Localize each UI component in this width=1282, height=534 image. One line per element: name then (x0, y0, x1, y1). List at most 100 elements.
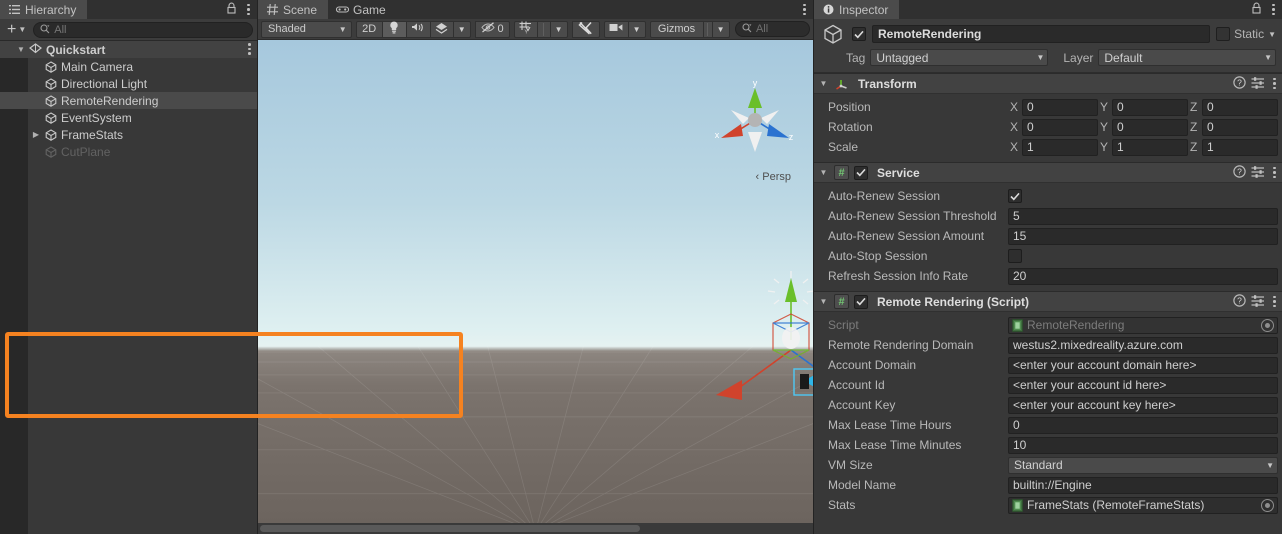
property-text-input[interactable]: 15 (1008, 227, 1278, 245)
tab-hierarchy[interactable]: Hierarchy (0, 0, 88, 19)
scene-lighting-button[interactable] (381, 20, 407, 38)
layer-dropdown[interactable]: Default ▼ (1098, 49, 1276, 66)
foldout-expanded-icon[interactable]: ▼ (818, 79, 829, 88)
object-picker-icon[interactable] (1261, 318, 1274, 332)
help-icon[interactable]: ? (1233, 75, 1246, 92)
axis-input-y[interactable]: 0 (1112, 98, 1188, 116)
kebab-menu-icon[interactable] (1269, 3, 1275, 16)
gameobject-name-field[interactable]: RemoteRendering (872, 25, 1211, 43)
property-checkbox[interactable] (1008, 249, 1022, 263)
property-text-input[interactable]: 20 (1008, 267, 1278, 285)
axis-input-z[interactable]: 0 (1202, 118, 1278, 136)
tab-scene[interactable]: Scene (258, 0, 329, 19)
scene-camera-dropdown[interactable]: ▼ (627, 20, 646, 38)
viewport-horizontal-scrollbar[interactable] (258, 523, 813, 534)
scene-fx-button[interactable] (429, 20, 454, 38)
property-text-input[interactable]: <enter your account key here> (1008, 396, 1278, 414)
scene-fx-dropdown[interactable]: ▼ (452, 20, 471, 38)
property-dropdown[interactable]: Standard ▼ (1008, 456, 1278, 474)
kebab-menu-icon[interactable] (245, 43, 251, 55)
property-row-vm-size: VM Size Standard ▼ (814, 455, 1282, 475)
scene-tabstrip: Scene Game (258, 0, 813, 19)
property-text-input[interactable]: <enter your account id here> (1008, 376, 1278, 394)
property-text-input[interactable]: 10 (1008, 436, 1278, 454)
hierarchy-item-remoterendering[interactable]: RemoteRendering (0, 92, 257, 109)
gizmos-dropdown[interactable]: ▼ (711, 20, 730, 38)
component-header[interactable]: ▼ Transform? (814, 74, 1282, 94)
scene-search-placeholder: All (755, 23, 769, 35)
foldout-collapsed-icon[interactable]: ▶ (29, 130, 43, 139)
scene-tools-button[interactable] (571, 20, 600, 38)
object-picker-icon[interactable] (1261, 498, 1274, 512)
chevron-down-icon: ▼ (1266, 460, 1274, 470)
property-row-max-lease-time-hours: Max Lease Time Hours 0 (814, 415, 1282, 435)
axis-input-y[interactable]: 1 (1112, 138, 1188, 156)
component-header[interactable]: ▼ # Service? (814, 163, 1282, 183)
scene-search-input[interactable]: All (734, 21, 810, 37)
static-checkbox[interactable] (1216, 27, 1231, 41)
help-icon[interactable]: ? (1233, 164, 1246, 181)
property-object-field[interactable]: FrameStats (RemoteFrameStats) (1008, 496, 1278, 514)
grid-visibility-button[interactable]: Y (513, 20, 538, 38)
property-label: Refresh Session Info Rate (828, 269, 969, 283)
tag-dropdown[interactable]: Untagged ▼ (870, 49, 1049, 66)
component-enabled-checkbox[interactable] (854, 165, 868, 180)
grid-dropdown[interactable]: ▼ (549, 20, 568, 38)
axis-input-z[interactable]: 1 (1202, 138, 1278, 156)
component-enabled-checkbox[interactable] (854, 294, 868, 309)
kebab-menu-icon[interactable] (1270, 295, 1276, 308)
preset-icon[interactable] (1251, 294, 1265, 310)
hierarchy-item-main-camera[interactable]: Main Camera (0, 58, 257, 75)
component-body: Script RemoteRendering Remote Rendering Do… (814, 312, 1282, 520)
hierarchy-item-eventsystem[interactable]: EventSystem (0, 109, 257, 126)
property-text-input[interactable]: 0 (1008, 416, 1278, 434)
tab-game[interactable]: Game (328, 0, 397, 19)
gizmos-button[interactable]: Gizmos (649, 20, 704, 38)
property-text-input[interactable]: westus2.mixedreality.azure.com (1008, 336, 1278, 354)
lock-icon[interactable] (1251, 2, 1262, 17)
foldout-expanded-icon[interactable]: ▼ (818, 297, 829, 306)
foldout-expanded-icon[interactable]: ▼ (818, 168, 829, 177)
property-text-input[interactable]: 5 (1008, 207, 1278, 225)
axis-label-y: Y (1100, 120, 1109, 134)
2d-toggle-button[interactable]: 2D (355, 20, 383, 38)
hierarchy-item-directional-light[interactable]: Directional Light (0, 75, 257, 92)
scene-audio-button[interactable] (405, 20, 431, 38)
hidden-objects-button[interactable]: 0 (474, 20, 510, 38)
help-icon[interactable]: ? (1233, 293, 1246, 310)
preset-icon[interactable] (1251, 165, 1265, 181)
axis-input-z[interactable]: 0 (1202, 98, 1278, 116)
axis-input-x[interactable]: 0 (1022, 98, 1098, 116)
kebab-menu-icon[interactable] (800, 3, 806, 16)
chevron-down-icon[interactable]: ▼ (1268, 30, 1276, 39)
foldout-expanded-icon[interactable]: ▼ (14, 45, 28, 54)
hierarchy-item-cutplane[interactable]: CutPlane (0, 143, 257, 160)
gameobject-enabled-checkbox[interactable] (852, 27, 866, 41)
hierarchy-item-quickstart[interactable]: ▼ Quickstart (0, 41, 257, 58)
kebab-menu-icon[interactable] (1270, 166, 1276, 179)
draw-mode-dropdown[interactable]: Shaded ▼ (261, 20, 352, 38)
tab-inspector[interactable]: Inspector (814, 0, 900, 19)
property-text-input[interactable]: builtin://Engine (1008, 476, 1278, 494)
scene-orientation-gizmo[interactable]: y x z (713, 78, 797, 162)
kebab-menu-icon[interactable] (244, 3, 250, 16)
component-header[interactable]: ▼ # Remote Rendering (Script)? (814, 292, 1282, 312)
axis-input-x[interactable]: 1 (1022, 138, 1098, 156)
scene-camera-button[interactable] (603, 20, 629, 38)
create-gameobject-button[interactable]: + ▼ (4, 21, 29, 38)
axis-input-x[interactable]: 0 (1022, 118, 1098, 136)
property-row-script: Script RemoteRendering (814, 315, 1282, 335)
property-text-input[interactable]: <enter your account domain here> (1008, 356, 1278, 374)
property-label: Model Name (828, 478, 897, 492)
lock-icon[interactable] (226, 2, 237, 17)
property-object-field[interactable]: RemoteRendering (1008, 316, 1278, 334)
property-checkbox[interactable] (1008, 189, 1022, 203)
preset-icon[interactable] (1251, 76, 1265, 92)
axis-label-z: Z (1190, 120, 1198, 134)
axis-input-y[interactable]: 0 (1112, 118, 1188, 136)
kebab-menu-icon[interactable] (1270, 77, 1276, 90)
hierarchy-search-input[interactable]: All (33, 21, 253, 38)
scene-viewport[interactable]: y x z ‹ Persp (258, 40, 813, 534)
hierarchy-item-framestats[interactable]: ▶ FrameStats (0, 126, 257, 143)
camera-projection-label[interactable]: ‹ Persp (756, 171, 791, 183)
